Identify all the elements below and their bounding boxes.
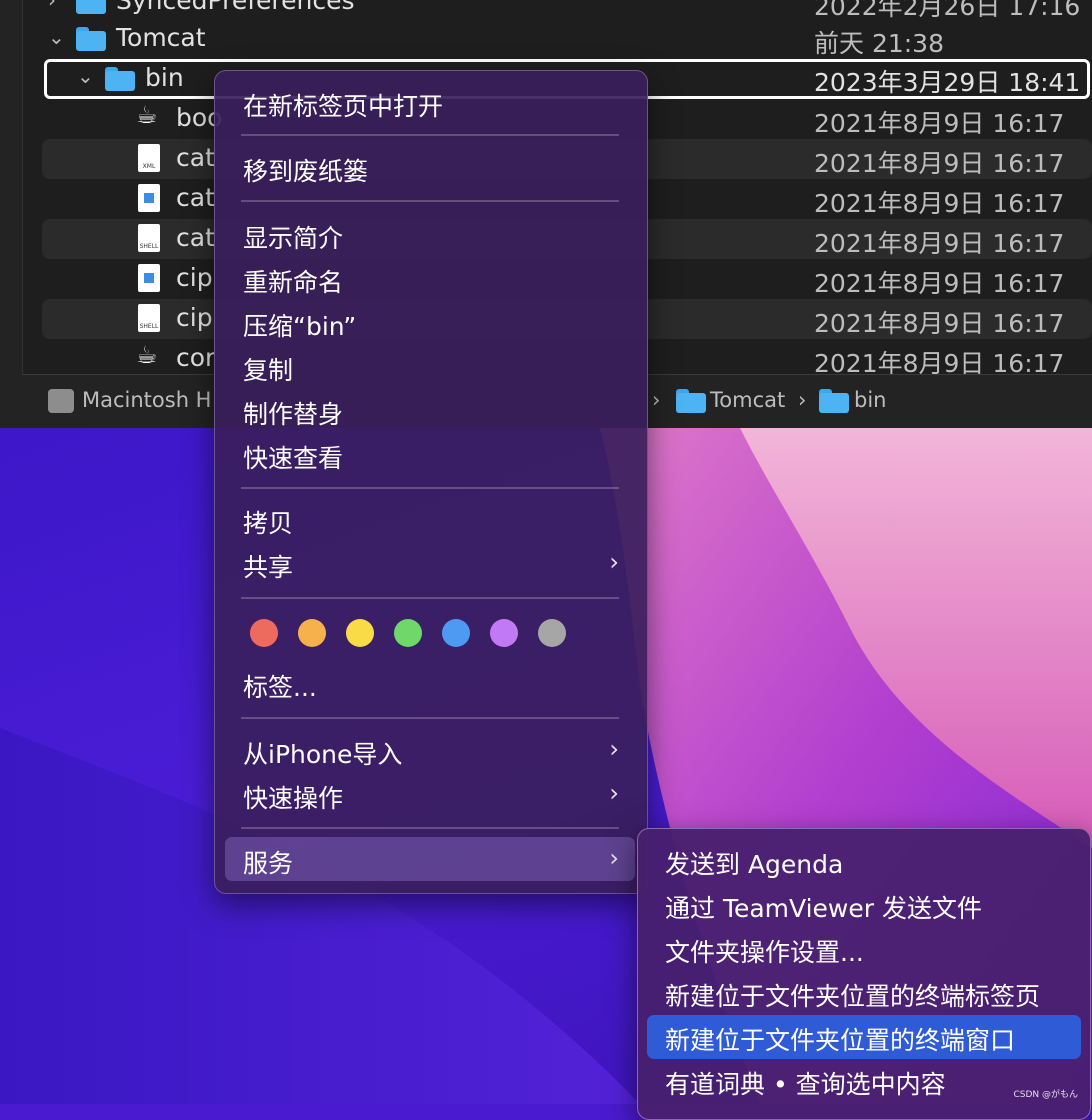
chevron-right-icon: › [609,735,619,763]
sidebar-edge [0,0,23,428]
folder-icon [76,0,106,14]
folder-icon [819,389,849,413]
windows-file-icon [138,184,160,212]
chevron-right-icon: › [609,779,619,807]
menu-item-duplicate[interactable]: 复制 [243,351,293,387]
menu-separator [241,134,619,136]
menu-item-label: 快速操作 [243,784,344,813]
tag-orange-dot[interactable] [298,619,326,647]
menu-item-copy[interactable]: 拷贝 [243,504,293,540]
menu-item-quick-look[interactable]: 快速查看 [243,439,343,475]
chevron-right-icon: › [609,548,619,576]
path-tomcat[interactable]: Tomcat [710,388,785,412]
java-cup-icon: ☕ [136,341,158,369]
menu-separator [241,487,619,489]
menu-item-share[interactable]: 共享 › [243,548,619,584]
chevron-down-icon[interactable]: ⌄ [77,64,94,88]
submenu-item-send-to-agenda[interactable]: 发送到 Agenda [665,845,843,881]
menu-item-label: 服务 [243,849,294,878]
menu-item-services[interactable]: 服务 › [243,844,619,880]
file-date: 2021年8月9日 16:17 [814,309,1065,338]
chevron-right-icon[interactable]: › [48,0,56,12]
windows-file-icon [138,264,160,292]
tag-purple-dot[interactable] [490,619,518,647]
path-separator: › [652,388,661,412]
file-name: bin [145,63,184,92]
file-date: 2021年8月9日 16:17 [814,269,1065,298]
menu-separator [241,597,619,599]
file-name: cip [176,303,213,332]
path-separator: › [798,388,807,412]
file-date: 2023年3月29日 18:41 [814,68,1081,97]
menu-item-label: 共享 [243,553,294,582]
menu-item-open-new-tab[interactable]: 在新标签页中打开 [243,87,443,123]
submenu-item-new-terminal-window[interactable]: 新建位于文件夹位置的终端窗口 [665,1021,1015,1057]
context-menu: 在新标签页中打开 移到废纸篓 显示简介 重新命名 压缩“bin” 复制 制作替身… [214,70,648,894]
tag-blue-dot[interactable] [442,619,470,647]
file-name: cat [176,223,215,252]
file-name: cor [176,343,216,372]
chevron-down-icon[interactable]: ⌄ [48,25,65,49]
shell-file-icon: SHELL [138,224,160,252]
tag-gray-dot[interactable] [538,619,566,647]
menu-separator [241,827,619,829]
services-submenu: 发送到 Agenda 通过 TeamViewer 发送文件 文件夹操作设置...… [637,828,1091,1120]
path-bin[interactable]: bin [854,388,886,412]
file-name: SyncedPreferences [116,0,355,15]
file-name: cat [176,183,215,212]
menu-item-move-to-trash[interactable]: 移到废纸篓 [243,152,368,188]
file-date: 2021年8月9日 16:17 [814,109,1065,138]
tag-red-dot[interactable] [250,619,278,647]
menu-item-import-from-iphone[interactable]: 从iPhone导入 › [243,735,619,771]
folder-icon [676,389,706,413]
menu-item-make-alias[interactable]: 制作替身 [243,395,343,431]
java-cup-icon: ☕ [136,101,158,129]
file-date: 2021年8月9日 16:17 [814,149,1065,178]
submenu-item-new-terminal-tab[interactable]: 新建位于文件夹位置的终端标签页 [665,977,1040,1013]
folder-icon [105,67,135,91]
menu-separator [241,717,619,719]
file-date: 2021年8月9日 16:17 [814,229,1065,258]
xml-file-icon: XML [138,144,160,172]
submenu-item-teamviewer-send[interactable]: 通过 TeamViewer 发送文件 [665,889,982,925]
hard-disk-icon [48,389,74,413]
menu-item-rename[interactable]: 重新命名 [243,263,343,299]
menu-item-quick-actions[interactable]: 快速操作 › [243,779,619,815]
submenu-item-folder-actions[interactable]: 文件夹操作设置... [665,933,864,969]
menu-item-get-info[interactable]: 显示简介 [243,219,343,255]
tag-green-dot[interactable] [394,619,422,647]
file-date: 2021年8月9日 16:17 [814,189,1065,218]
submenu-item-youdao-lookup[interactable]: 有道词典 • 查询选中内容 [665,1065,946,1101]
file-name: Tomcat [116,23,206,52]
shell-file-icon: SHELL [138,304,160,332]
folder-icon [76,27,106,51]
file-row[interactable]: ⌄ Tomcat 前天 21:38 [42,19,1092,59]
menu-item-compress[interactable]: 压缩“bin” [243,307,356,343]
menu-item-tags[interactable]: 标签... [243,668,317,704]
tag-yellow-dot[interactable] [346,619,374,647]
chevron-right-icon: › [609,844,619,872]
file-name: cat [176,143,215,172]
path-disk[interactable]: Macintosh H [82,388,211,412]
file-name: cip [176,263,213,292]
menu-separator [241,200,619,202]
file-date: 前天 21:38 [814,29,944,58]
menu-item-label: 从iPhone导入 [243,740,403,769]
watermark: CSDN @がもん [1013,1090,1078,1100]
